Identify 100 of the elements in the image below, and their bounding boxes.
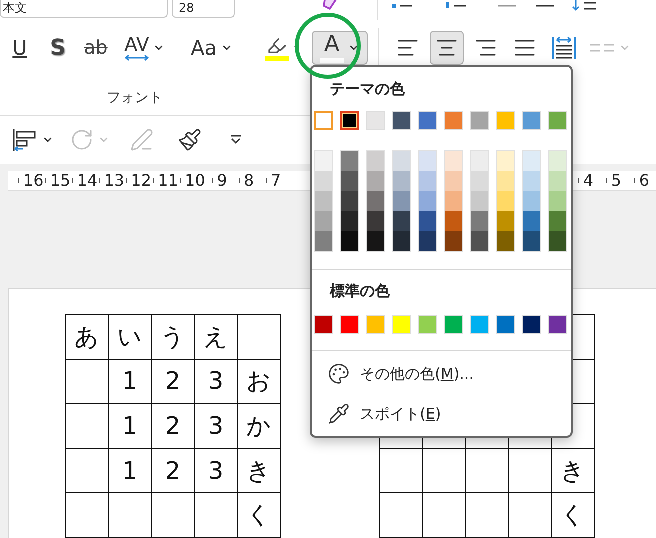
table-cell: き <box>552 448 594 493</box>
more-colors-item[interactable]: その他の色(M)... <box>312 357 571 391</box>
color-swatch[interactable] <box>341 191 358 211</box>
color-swatch[interactable] <box>315 231 332 251</box>
color-swatch[interactable] <box>341 231 358 251</box>
group-label: フォント <box>107 89 163 108</box>
font-color-button[interactable]: A <box>312 31 368 65</box>
color-swatch[interactable] <box>419 211 436 231</box>
eyedropper-icon <box>328 403 350 425</box>
font-size-field[interactable]: 28 <box>172 0 235 18</box>
ruler-number: 8 <box>244 172 254 188</box>
table-cell: 2 <box>152 448 194 493</box>
ruler-number: 11 <box>158 172 178 188</box>
color-swatch[interactable] <box>393 151 410 171</box>
table-cell: い <box>108 314 152 360</box>
color-swatch[interactable] <box>471 231 488 251</box>
color-swatch[interactable] <box>314 111 333 130</box>
table-cell: お <box>238 359 280 404</box>
color-swatch[interactable] <box>523 191 540 211</box>
align-objects-icon <box>12 127 38 153</box>
table-cell: 3 <box>194 448 238 493</box>
color-swatch[interactable] <box>445 231 462 251</box>
color-swatch[interactable] <box>445 191 462 211</box>
color-swatch[interactable] <box>523 171 540 191</box>
strikethrough-button[interactable]: ab <box>78 31 114 65</box>
table-cell: 3 <box>194 359 238 404</box>
character-spacing-button[interactable]: AV <box>116 31 174 65</box>
color-swatch[interactable] <box>393 191 410 211</box>
table-cell: 2 <box>152 404 194 448</box>
table-cell: え <box>194 314 238 360</box>
color-swatch[interactable] <box>549 191 566 211</box>
ruler-number: 6 <box>639 172 650 188</box>
highlight-circle <box>294 12 362 80</box>
ruler-number: 4 <box>583 172 594 188</box>
color-swatch[interactable] <box>367 231 384 251</box>
color-swatch[interactable] <box>419 231 436 251</box>
color-swatch[interactable] <box>445 171 462 191</box>
color-swatch[interactable] <box>367 211 384 231</box>
color-swatch[interactable] <box>341 151 358 171</box>
overflow-icon <box>230 134 242 146</box>
color-swatch[interactable] <box>549 211 566 231</box>
color-swatch[interactable] <box>393 231 410 251</box>
section-title: 標準の色 <box>330 284 391 299</box>
color-swatch[interactable] <box>549 231 566 251</box>
color-swatch[interactable] <box>419 151 436 171</box>
color-swatch[interactable] <box>419 171 436 191</box>
color-swatch[interactable] <box>315 151 332 171</box>
color-swatch[interactable] <box>341 211 358 231</box>
color-swatch[interactable] <box>471 191 488 211</box>
align-center-button[interactable] <box>430 31 464 65</box>
numbered-list-icon <box>446 0 468 10</box>
eraser-icon <box>323 0 337 10</box>
color-swatch[interactable] <box>549 171 566 191</box>
color-swatch[interactable] <box>393 211 410 231</box>
table-cell: 1 <box>108 404 152 448</box>
color-swatch[interactable] <box>367 191 384 211</box>
color-swatch[interactable] <box>419 191 436 211</box>
sort-icon <box>572 0 598 12</box>
shadow-button[interactable]: S <box>40 31 76 65</box>
table-cell: き <box>238 448 280 493</box>
font-name-field[interactable]: 本文 <box>0 0 168 18</box>
color-swatch[interactable] <box>445 151 462 171</box>
table-cell: 2 <box>152 359 194 404</box>
color-swatch[interactable] <box>340 111 359 130</box>
eyedropper-item[interactable]: スポイト(E) <box>312 397 571 431</box>
double-arrow-icon <box>125 54 149 60</box>
section-title: テーマの色 <box>330 82 406 97</box>
color-swatch[interactable] <box>315 191 332 211</box>
color-swatch[interactable] <box>315 171 332 191</box>
color-swatch[interactable] <box>549 151 566 171</box>
table-cell: か <box>238 404 280 448</box>
color-swatch[interactable] <box>341 171 358 191</box>
color-swatch[interactable] <box>393 171 410 191</box>
table-cell: く <box>238 492 280 538</box>
color-swatch[interactable] <box>445 211 462 231</box>
color-swatch[interactable] <box>497 211 514 231</box>
color-swatch[interactable] <box>497 191 514 211</box>
change-case-button[interactable]: Aa <box>184 31 240 65</box>
table-cell: く <box>552 492 594 538</box>
color-swatch[interactable] <box>367 171 384 191</box>
rotate-icon <box>70 128 94 152</box>
color-swatch[interactable] <box>471 211 488 231</box>
color-swatch[interactable] <box>523 231 540 251</box>
color-swatch[interactable] <box>497 231 514 251</box>
ruler-number: 16 <box>23 172 44 188</box>
color-swatch[interactable] <box>471 171 488 191</box>
table-cell: あ <box>66 314 108 360</box>
color-swatch[interactable] <box>523 151 540 171</box>
ruler-number: 15 <box>50 172 71 188</box>
highlighter-icon <box>267 36 287 56</box>
color-swatch[interactable] <box>523 211 540 231</box>
color-swatch[interactable] <box>497 171 514 191</box>
distribute-icon <box>551 35 577 61</box>
color-swatch[interactable] <box>367 151 384 171</box>
color-swatch[interactable] <box>315 211 332 231</box>
color-swatch[interactable] <box>497 151 514 171</box>
ruler-number: 9 <box>217 172 228 188</box>
underline-button[interactable]: U <box>2 31 38 65</box>
ruler-number: 13 <box>104 172 125 188</box>
color-swatch[interactable] <box>471 151 488 171</box>
